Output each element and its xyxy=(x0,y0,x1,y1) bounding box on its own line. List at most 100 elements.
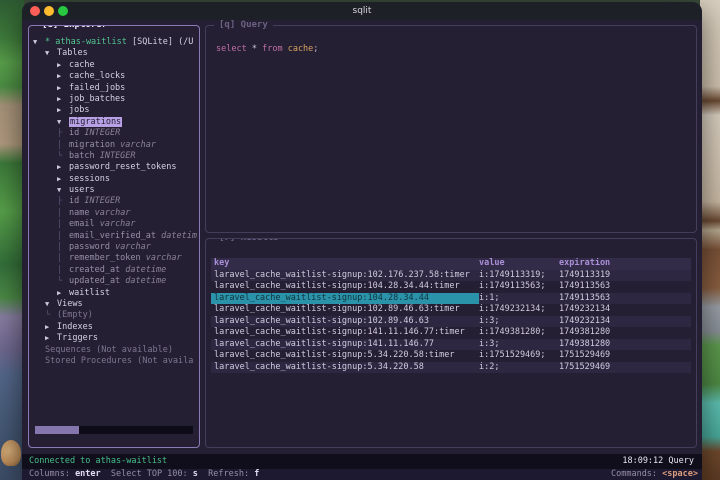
tree-item[interactable]: │ email_verified_at datetim xyxy=(33,231,198,242)
table-cell[interactable]: laravel_cache_waitlist-signup:102.176.23… xyxy=(211,270,479,282)
tree-item[interactable]: ▶ password_reset_tokens xyxy=(33,162,198,173)
tree-item-label: migration xyxy=(69,139,116,150)
tree-item[interactable]: │ remember_token varchar xyxy=(33,253,198,264)
table-cell[interactable]: laravel_cache_waitlist-signup:141.11.146… xyxy=(211,339,479,351)
tree-item[interactable]: └ (Empty) xyxy=(33,310,198,321)
table-cell[interactable]: i:1; xyxy=(479,293,559,305)
table-row[interactable]: laravel_cache_waitlist-signup:5.34.220.5… xyxy=(211,361,691,374)
table-cell[interactable]: 1749113563 xyxy=(559,281,691,293)
table-cell[interactable]: 1749381280 xyxy=(559,339,691,351)
chevron-collapsed-icon[interactable]: ▶ xyxy=(57,94,69,105)
tree-item[interactable]: ▶ jobs xyxy=(33,105,198,116)
tree-item[interactable]: ▶ cache_locks xyxy=(33,71,198,82)
table-cell[interactable]: laravel_cache_waitlist-signup:141.11.146… xyxy=(211,327,479,339)
tree-item-label: Tables xyxy=(57,48,88,59)
tree-item[interactable]: ▼ Tables xyxy=(33,48,198,59)
chevron-collapsed-icon[interactable]: ▶ xyxy=(57,71,69,82)
tree-item[interactable]: Sequences (Not available) xyxy=(33,345,198,356)
chevron-collapsed-icon[interactable]: ▶ xyxy=(57,105,69,116)
table-cell[interactable]: 1749232134 xyxy=(559,316,691,328)
table-cell[interactable]: i:1751529469; xyxy=(479,350,559,362)
table-cell[interactable]: i:2; xyxy=(479,362,559,374)
table-cell[interactable]: laravel_cache_waitlist-signup:104.28.34.… xyxy=(211,281,479,293)
table-header-row: key value expiration xyxy=(211,258,691,270)
chevron-collapsed-icon[interactable]: ▶ xyxy=(57,60,69,71)
tree-item[interactable]: ▶ failed_jobs xyxy=(33,83,198,94)
column-header-value[interactable]: value xyxy=(479,258,559,270)
tree-item[interactable]: ▶ waitlist xyxy=(33,288,198,299)
table-cell[interactable]: i:1749381280; xyxy=(479,327,559,339)
tree-item[interactable]: Stored Procedures (Not availa xyxy=(33,356,198,367)
tree-item[interactable]: ▶ Triggers xyxy=(33,333,198,344)
tree-item[interactable]: └ updated_at datetime xyxy=(33,276,198,287)
tree-item[interactable]: │ name varchar xyxy=(33,208,198,219)
explorer-scrollbar-thumb[interactable] xyxy=(35,426,79,434)
tree-item[interactable]: └ batch INTEGER xyxy=(33,151,198,162)
tree-item[interactable]: ▶ job_batches xyxy=(33,94,198,105)
table-row[interactable]: laravel_cache_waitlist-signup:102.89.46.… xyxy=(211,315,691,328)
chevron-expanded-icon[interactable]: ▼ xyxy=(45,48,57,59)
explorer-scrollbar[interactable] xyxy=(35,426,193,434)
table-cell[interactable]: 1749381280 xyxy=(559,327,691,339)
table-cell[interactable]: laravel_cache_waitlist-signup:102.89.46.… xyxy=(211,316,479,328)
table-cell[interactable]: laravel_cache_waitlist-signup:5.34.220.5… xyxy=(211,362,479,374)
tree-item-label: remember_token xyxy=(69,253,141,264)
table-row[interactable]: laravel_cache_waitlist-signup:104.28.34.… xyxy=(211,281,691,293)
tree-item[interactable]: ▼ migrations xyxy=(33,116,198,128)
tree-item[interactable]: │ email varchar xyxy=(33,219,198,230)
tree-item-label: Sequences (Not available) xyxy=(45,344,173,355)
chevron-expanded-icon[interactable]: ▼ xyxy=(45,299,57,310)
tree-guide: │ xyxy=(57,230,63,241)
column-type-label: varchar xyxy=(94,219,136,230)
tree-item[interactable]: │ password varchar xyxy=(33,242,198,253)
table-cell[interactable]: 1751529469 xyxy=(559,350,691,362)
chevron-collapsed-icon[interactable]: ▶ xyxy=(57,162,69,173)
window-titlebar[interactable]: sqlit xyxy=(22,2,702,20)
tree-item[interactable]: ├ id INTEGER xyxy=(33,196,198,207)
column-header-expiration[interactable]: expiration xyxy=(559,258,691,270)
table-cell[interactable]: 1751529469 xyxy=(559,362,691,374)
query-editor[interactable]: select * from cache; xyxy=(216,44,318,54)
tree-item[interactable]: ▼ * athas-waitlist [SQLite] (/U xyxy=(33,37,198,48)
chevron-collapsed-icon[interactable]: ▶ xyxy=(57,288,69,299)
tree-item[interactable]: ▶ Indexes xyxy=(33,322,198,333)
tree-item[interactable]: ├ id INTEGER xyxy=(33,128,198,139)
table-cell[interactable]: i:3; xyxy=(479,316,559,328)
chevron-expanded-icon[interactable]: ▼ xyxy=(33,37,45,48)
tree-item-label: failed_jobs xyxy=(69,82,126,93)
table-cell[interactable]: i:1749113319; xyxy=(479,270,559,282)
table-cell[interactable]: 1749113319 xyxy=(559,270,691,282)
table-cell[interactable]: i:1749232134; xyxy=(479,304,559,316)
chevron-collapsed-icon[interactable]: ▶ xyxy=(45,333,57,344)
table-cell[interactable]: laravel_cache_waitlist-signup:104.28.34.… xyxy=(211,292,479,304)
wallpaper-cat xyxy=(1,440,21,466)
chevron-collapsed-icon[interactable]: ▶ xyxy=(57,174,69,185)
column-type-label: varchar xyxy=(140,253,182,264)
tree-item[interactable]: │ migration varchar xyxy=(33,140,198,151)
table-cell[interactable]: laravel_cache_waitlist-signup:102.89.46.… xyxy=(211,304,479,316)
tree-item-label: cache xyxy=(69,59,95,70)
table-row[interactable]: laravel_cache_waitlist-signup:5.34.220.5… xyxy=(211,350,691,362)
chevron-expanded-icon[interactable]: ▼ xyxy=(57,117,69,128)
column-type-label: datetime xyxy=(120,276,167,287)
tree-item[interactable]: ▼ users xyxy=(33,185,198,196)
table-row[interactable]: laravel_cache_waitlist-signup:104.28.34.… xyxy=(211,292,691,305)
table-row[interactable]: laravel_cache_waitlist-signup:102.176.23… xyxy=(211,269,691,282)
table-cell[interactable]: i:1749113563; xyxy=(479,281,559,293)
table-cell[interactable]: 1749232134 xyxy=(559,304,691,316)
chevron-collapsed-icon[interactable]: ▶ xyxy=(57,83,69,94)
tree-item[interactable]: ▼ Views xyxy=(33,299,198,310)
table-row[interactable]: laravel_cache_waitlist-signup:141.11.146… xyxy=(211,327,691,339)
table-cell[interactable]: 1749113563 xyxy=(559,293,691,305)
tree-item[interactable]: ▶ sessions xyxy=(33,174,198,185)
table-row[interactable]: laravel_cache_waitlist-signup:141.11.146… xyxy=(211,338,691,351)
tree-item[interactable]: ▶ cache xyxy=(33,60,198,71)
column-header-key[interactable]: key xyxy=(211,258,479,270)
chevron-collapsed-icon[interactable]: ▶ xyxy=(45,322,57,333)
shortcut-key: s xyxy=(192,469,198,479)
table-cell[interactable]: i:3; xyxy=(479,339,559,351)
chevron-expanded-icon[interactable]: ▼ xyxy=(57,185,69,196)
table-row[interactable]: laravel_cache_waitlist-signup:102.89.46.… xyxy=(211,304,691,316)
table-cell[interactable]: laravel_cache_waitlist-signup:5.34.220.5… xyxy=(211,350,479,362)
tree-item[interactable]: │ created_at datetime xyxy=(33,265,198,276)
